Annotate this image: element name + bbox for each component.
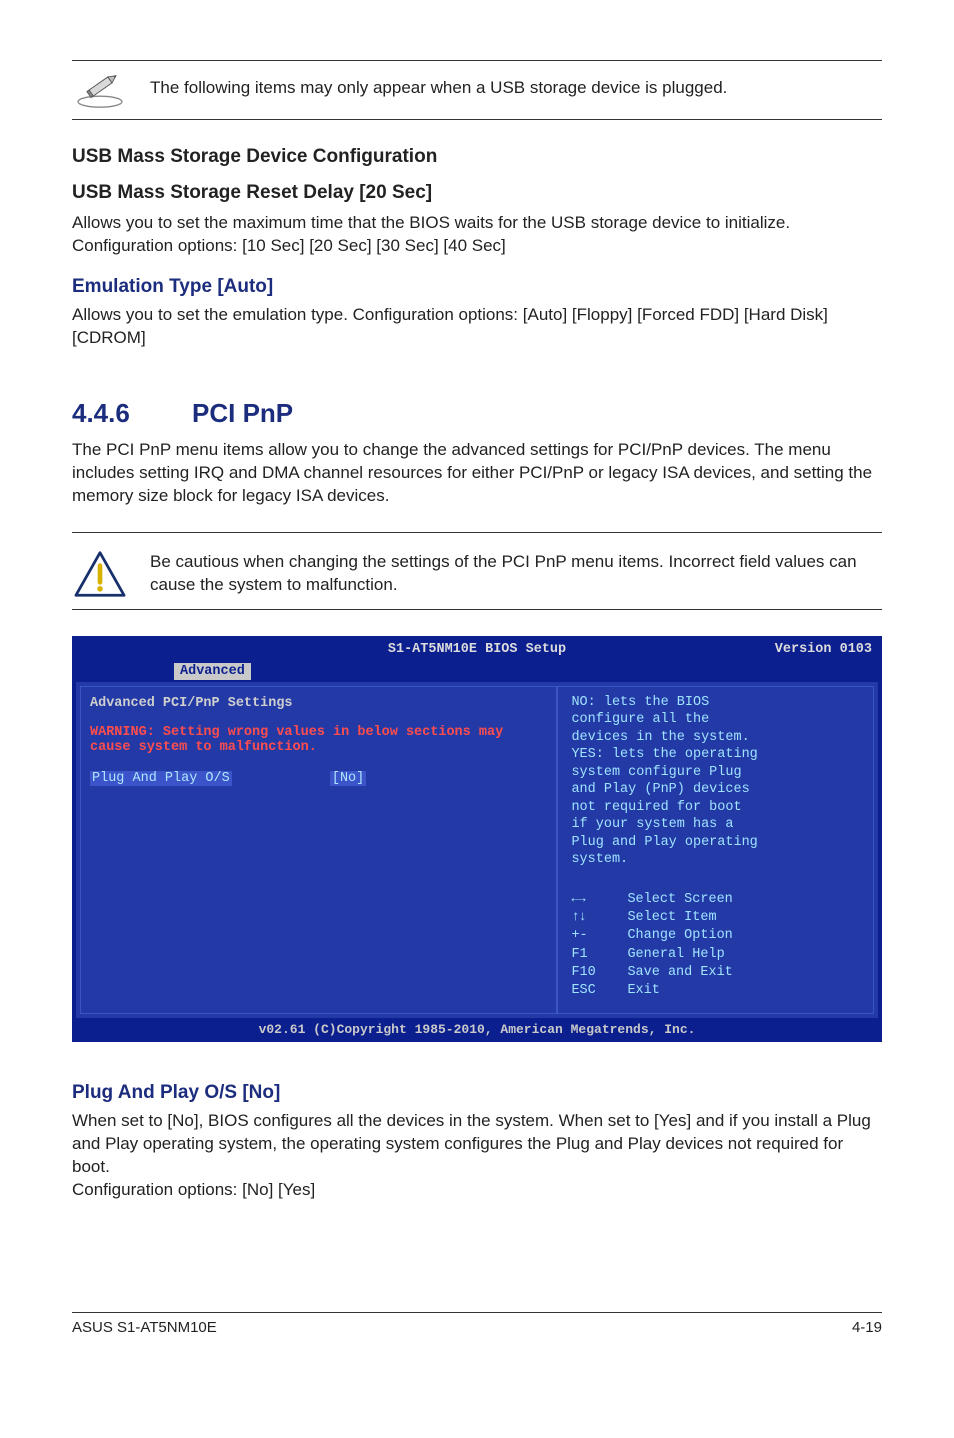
bios-option-label: Plug And Play O/S bbox=[90, 771, 232, 786]
bios-help-line: system configure Plug bbox=[571, 764, 864, 782]
key-change-option: Change Option bbox=[627, 927, 732, 945]
bios-option-value: [No] bbox=[330, 771, 366, 786]
bios-help-keys: ←→Select Screen ↑↓Select Item +-Change O… bbox=[571, 891, 864, 1000]
key-select-item: Select Item bbox=[627, 909, 716, 927]
bios-warning-line1: WARNING: Setting wrong values in below s… bbox=[90, 725, 543, 740]
page-footer: ASUS S1-AT5NM10E 4-19 bbox=[72, 1312, 882, 1336]
usb-config-heading: USB Mass Storage Device Configuration bbox=[72, 146, 882, 168]
key-select-screen: Select Screen bbox=[627, 891, 732, 909]
bios-right-pane: NO: lets the BIOS configure all the devi… bbox=[557, 682, 878, 1019]
emulation-type-body: Allows you to set the emulation type. Co… bbox=[72, 304, 882, 350]
bios-warning-line2: cause system to malfunction. bbox=[90, 740, 543, 755]
key-plusminus: +- bbox=[571, 927, 627, 945]
key-save-exit: Save and Exit bbox=[627, 964, 732, 982]
key-f10: F10 bbox=[571, 964, 627, 982]
emulation-type-heading: Emulation Type [Auto] bbox=[72, 276, 882, 298]
section-number: 4.4.6 bbox=[72, 398, 192, 429]
caution-text: Be cautious when changing the settings o… bbox=[150, 551, 882, 595]
footer-right: 4-19 bbox=[852, 1319, 882, 1336]
bios-help-line: system. bbox=[571, 851, 864, 869]
bios-screenshot: S1-AT5NM10E BIOS Setup Version 0103 Adva… bbox=[72, 636, 882, 1043]
footer-left: ASUS S1-AT5NM10E bbox=[72, 1319, 217, 1336]
bios-help-line: Plug and Play operating bbox=[571, 834, 864, 852]
plug-play-config-options: Configuration options: [No] [Yes] bbox=[72, 1179, 882, 1202]
usb-reset-delay-body: Allows you to set the maximum time that … bbox=[72, 212, 882, 258]
arrow-left-right-icon: ←→ bbox=[571, 891, 627, 909]
bios-help-line: not required for boot bbox=[571, 799, 864, 817]
bios-option-row[interactable]: Plug And Play O/S [No] bbox=[90, 771, 543, 786]
warning-triangle-icon bbox=[72, 549, 128, 599]
section-heading: 4.4.6PCI PnP bbox=[72, 398, 882, 429]
key-esc: ESC bbox=[571, 982, 627, 1000]
bios-footer: v02.61 (C)Copyright 1985-2010, American … bbox=[74, 1020, 880, 1040]
bios-help-line: devices in the system. bbox=[571, 729, 864, 747]
bios-title-center: S1-AT5NM10E BIOS Setup bbox=[74, 642, 880, 657]
bios-left-heading: Advanced PCI/PnP Settings bbox=[90, 696, 543, 711]
arrow-up-down-icon: ↑↓ bbox=[571, 909, 627, 927]
plug-play-heading: Plug And Play O/S [No] bbox=[72, 1082, 882, 1104]
section-body: The PCI PnP menu items allow you to chan… bbox=[72, 439, 882, 508]
bios-help-text: NO: lets the BIOS configure all the devi… bbox=[571, 694, 864, 869]
key-exit: Exit bbox=[627, 982, 659, 1000]
bios-help-line: if your system has a bbox=[571, 816, 864, 834]
bios-left-pane: Advanced PCI/PnP Settings WARNING: Setti… bbox=[76, 682, 557, 1019]
bios-help-line: NO: lets the BIOS bbox=[571, 694, 864, 712]
note-text: The following items may only appear when… bbox=[150, 78, 882, 98]
caution-row: Be cautious when changing the settings o… bbox=[72, 549, 882, 599]
bios-tabs: Advanced bbox=[74, 663, 880, 680]
usb-reset-delay-heading: USB Mass Storage Reset Delay [20 Sec] bbox=[72, 182, 882, 204]
pencil-icon bbox=[72, 67, 128, 109]
bios-help-line: and Play (PnP) devices bbox=[571, 781, 864, 799]
note-row: The following items may only appear when… bbox=[72, 67, 882, 109]
bios-tab-advanced[interactable]: Advanced bbox=[174, 663, 251, 680]
bios-help-line: YES: lets the operating bbox=[571, 746, 864, 764]
plug-play-body: When set to [No], BIOS configures all th… bbox=[72, 1110, 882, 1179]
bios-titlebar: S1-AT5NM10E BIOS Setup Version 0103 bbox=[74, 638, 880, 663]
bios-help-line: configure all the bbox=[571, 711, 864, 729]
key-general-help: General Help bbox=[627, 946, 724, 964]
key-f1: F1 bbox=[571, 946, 627, 964]
section-title: PCI PnP bbox=[192, 398, 293, 428]
